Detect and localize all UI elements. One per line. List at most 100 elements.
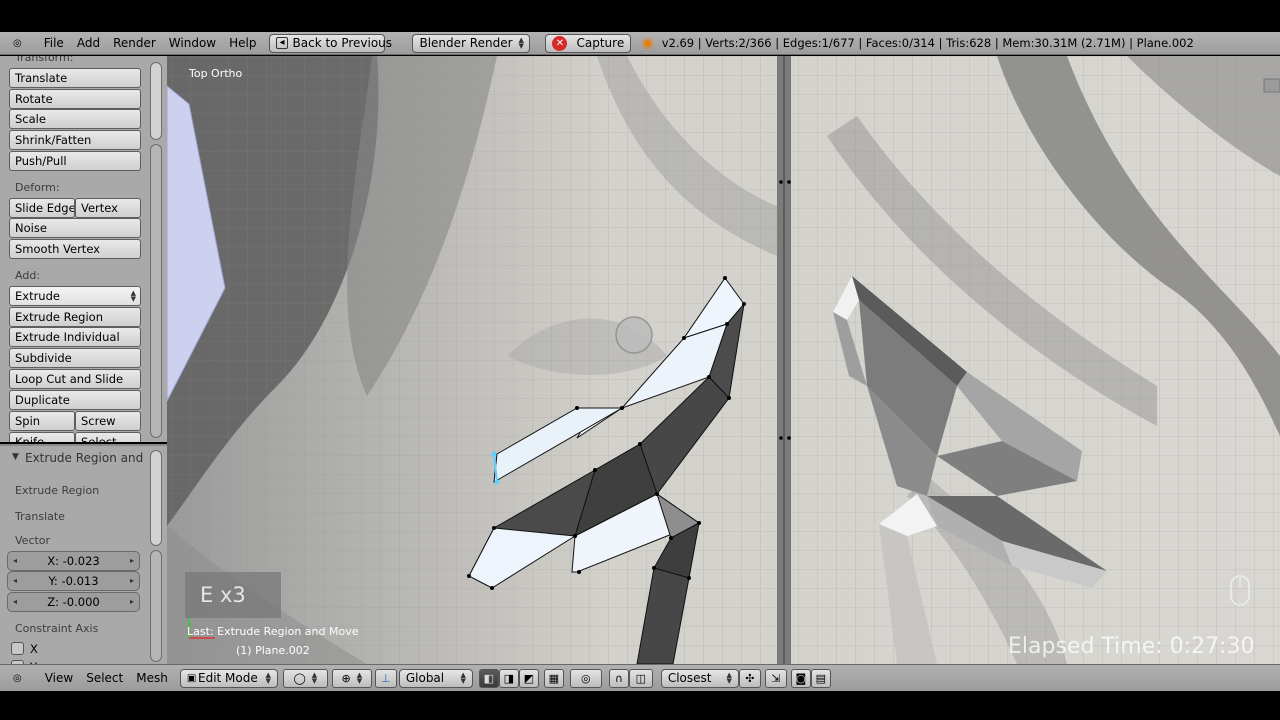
snap-target-label: Closest xyxy=(667,671,712,685)
vertex-select-mode-button[interactable]: ◧ xyxy=(478,668,499,688)
collapse-triangle-icon[interactable]: ▼ xyxy=(12,452,19,462)
subdivide-button[interactable]: Subdivide xyxy=(9,348,141,368)
loop-cut-button[interactable]: Loop Cut and Slide xyxy=(9,369,141,389)
noise-button[interactable]: Noise xyxy=(9,218,141,238)
project-snap-toggle[interactable]: ⇲ xyxy=(764,668,787,688)
tool-shelf-scrollbar[interactable] xyxy=(150,62,162,140)
render-engine-select[interactable]: Blender Render ▲ ▼ xyxy=(412,33,531,53)
extrude-select[interactable]: Extrude ▲ ▼ xyxy=(9,286,141,306)
opengl-render-button[interactable]: ◙ xyxy=(790,668,811,688)
rotate-button[interactable]: Rotate xyxy=(9,89,141,109)
translate-button[interactable]: Translate xyxy=(9,68,141,88)
project-icon: ⇲ xyxy=(771,671,781,685)
push-pull-button[interactable]: Push/Pull xyxy=(9,151,141,171)
extrude-select-label: Extrude xyxy=(15,289,60,303)
vector-x-field[interactable]: ◂ X: -0.023 ▸ xyxy=(7,551,140,571)
knife-button[interactable]: Knife xyxy=(9,432,75,442)
last-operator-label: Last: Extrude Region and Move xyxy=(187,625,359,638)
vector-y-field[interactable]: ◂ Y: -0.013 ▸ xyxy=(7,571,140,591)
tool-shelf-scrollbar-track[interactable] xyxy=(150,144,162,438)
viewport-canvas[interactable] xyxy=(167,56,1280,664)
menu-select[interactable]: Select xyxy=(86,671,123,685)
constraint-x-label: X xyxy=(30,642,38,656)
occlude-icon: ▦ xyxy=(548,671,560,685)
manipulator-toggle[interactable]: ⊥ xyxy=(374,668,397,688)
pivot-select[interactable]: ⊕ ▲ ▼ xyxy=(331,668,372,688)
constraint-axis-label: Constraint Axis xyxy=(15,622,99,635)
menu-file[interactable]: File xyxy=(44,36,64,50)
dropdown-arrows-icon: ▲ ▼ xyxy=(726,671,732,685)
edge-select-icon: ◨ xyxy=(503,671,515,685)
mode-label: Edit Mode xyxy=(198,671,258,685)
proportional-edit-icon: ◎ xyxy=(581,671,591,685)
smooth-vertex-button[interactable]: Smooth Vertex xyxy=(9,239,141,259)
increment-icon[interactable]: ▸ xyxy=(130,593,134,611)
elapsed-time-label: Elapsed Time: 0:27:30 xyxy=(1008,634,1255,659)
dropdown-arrows-icon: ▲ ▼ xyxy=(518,36,524,50)
vertex-select-icon: ◧ xyxy=(483,671,495,685)
redo-panel-scrollbar-track[interactable] xyxy=(150,550,162,662)
dropdown-arrows-icon: ▲ ▼ xyxy=(130,289,136,303)
edit-mode-icon: ▣ xyxy=(186,672,197,684)
letterbox-top xyxy=(0,0,1280,32)
spin-button[interactable]: Spin xyxy=(9,411,75,431)
snap-align-toggle[interactable]: ✣ xyxy=(738,668,761,688)
tool-shelf: Transform: Translate Rotate Scale Shrink… xyxy=(0,56,167,442)
knife-select-button[interactable]: Select xyxy=(75,432,141,442)
redo-op-extrude-region: Extrude Region xyxy=(15,484,100,497)
decrement-icon[interactable]: ◂ xyxy=(13,552,17,570)
slide-vertex-button[interactable]: Vertex xyxy=(75,198,141,218)
opengl-render-animation-button[interactable]: ▤ xyxy=(810,668,831,688)
slide-edge-button[interactable]: Slide Edge xyxy=(9,198,75,218)
increment-icon[interactable]: ▸ xyxy=(130,552,134,570)
editor-type-icon[interactable]: ◎ xyxy=(13,673,22,684)
increment-icon[interactable]: ▸ xyxy=(130,572,134,590)
menu-add[interactable]: Add xyxy=(77,36,100,50)
face-select-mode-button[interactable]: ◩ xyxy=(518,668,539,688)
menu-mesh[interactable]: Mesh xyxy=(136,671,168,685)
pivot-icon: ⊕ xyxy=(341,671,351,685)
viewport-shading-select[interactable]: ◯ ▲ ▼ xyxy=(282,668,328,688)
capture-button[interactable]: ✕ Capture xyxy=(545,33,632,53)
proportional-edit-select[interactable]: ◎ xyxy=(569,668,602,688)
scale-button[interactable]: Scale xyxy=(9,109,141,129)
magnet-icon: ∩ xyxy=(614,671,623,685)
menu-view[interactable]: View xyxy=(45,671,73,685)
menu-render[interactable]: Render xyxy=(113,36,156,50)
menu-help[interactable]: Help xyxy=(229,36,256,50)
vector-z-field[interactable]: ◂ Z: -0.000 ▸ xyxy=(7,592,140,612)
redo-panel: ▼ Extrude Region and Extrude Region Tran… xyxy=(0,444,167,664)
redo-panel-title[interactable]: Extrude Region and xyxy=(25,451,143,465)
mode-select[interactable]: ▣ Edit Mode ▲ ▼ xyxy=(179,668,278,688)
decrement-icon[interactable]: ◂ xyxy=(13,593,17,611)
render-engine-label: Blender Render xyxy=(419,36,513,50)
vector-z-value: Z: -0.000 xyxy=(47,595,100,609)
snap-target-select[interactable]: Closest ▲ ▼ xyxy=(660,668,739,688)
screw-button[interactable]: Screw xyxy=(75,411,141,431)
camera-icon: ◙ xyxy=(795,671,807,685)
limit-selection-button[interactable]: ▦ xyxy=(543,668,564,688)
edge-select-mode-button[interactable]: ◨ xyxy=(498,668,519,688)
snap-element-select[interactable]: ◫ xyxy=(628,668,653,688)
viewport-split-handle[interactable] xyxy=(1263,78,1280,93)
vector-label: Vector xyxy=(15,534,51,547)
redo-panel-scrollbar[interactable] xyxy=(150,450,162,546)
capture-label: Capture xyxy=(576,36,625,50)
extrude-region-button[interactable]: Extrude Region xyxy=(9,307,141,327)
menu-window[interactable]: Window xyxy=(169,36,216,50)
orientation-select[interactable]: Global ▲ ▼ xyxy=(398,668,473,688)
editor-type-icon[interactable]: ◎ xyxy=(13,38,22,49)
back-to-previous-button[interactable]: ◂ Back to Previous xyxy=(269,33,392,53)
3d-viewport[interactable]: Top Ortho E x3 Last: Extrude Region and … xyxy=(167,56,1280,664)
dropdown-arrows-icon: ▲ ▼ xyxy=(265,671,271,685)
add-label: Add: xyxy=(15,269,41,282)
snap-align-icon: ✣ xyxy=(745,671,755,685)
decrement-icon[interactable]: ◂ xyxy=(13,572,17,590)
extrude-individual-button[interactable]: Extrude Individual xyxy=(9,327,141,347)
dropdown-arrows-icon: ▲ ▼ xyxy=(460,671,466,685)
shrink-fatten-button[interactable]: Shrink/Fatten xyxy=(9,130,141,150)
key-overlay-text: E x3 xyxy=(200,583,246,607)
snap-toggle[interactable]: ∩ xyxy=(608,668,629,688)
constraint-x-checkbox[interactable] xyxy=(11,642,24,655)
duplicate-button[interactable]: Duplicate xyxy=(9,390,141,410)
